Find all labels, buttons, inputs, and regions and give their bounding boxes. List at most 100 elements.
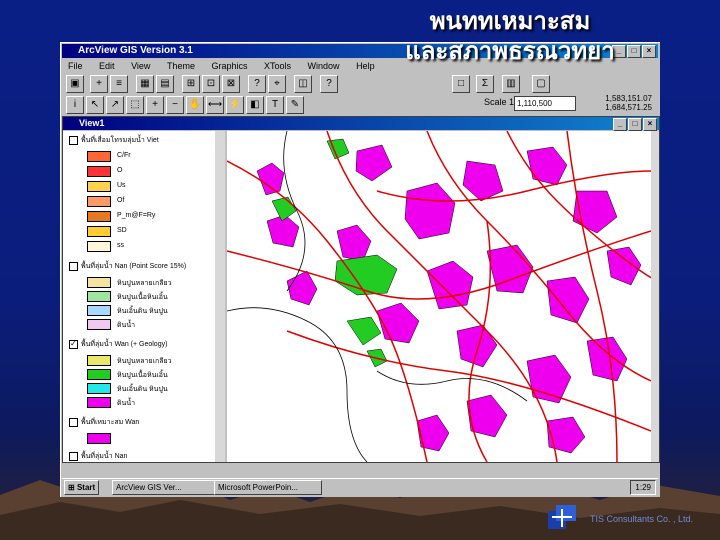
legend-label: หินปูนเนื้อหินเอิ้น [117,294,168,301]
button-bar: ▣ + ≡ ▦ ▤ ⊞ ⊡ ⊠ ? ⌖ ◫ ? □ Σ ▥ ▢ [62,73,658,95]
table-icon[interactable]: ▤ [156,75,174,93]
clock: 1:29 [635,483,651,492]
theme-label: พื้นที่ลุ่มน้ำ Nan (Point Score 15%) [81,263,187,270]
zoom-selected-icon[interactable]: ⊠ [222,75,240,93]
add-theme-icon[interactable]: + [90,75,108,93]
theme-checkbox[interactable] [69,417,78,427]
menu-view[interactable]: View [131,61,150,71]
windows-logo-icon: ⊞ [68,483,75,492]
theme-entry[interactable]: ✓ พื้นที่ลุ่มน้ำ Wan (+ Geology) [69,339,167,350]
view-minimize-button[interactable]: _ [613,118,627,131]
view-close-button[interactable]: × [643,118,657,131]
legend-swatch [87,166,111,177]
theme-entry[interactable]: พื้นที่เสื่อมโทรมลุ่มน้ำ Viet [69,135,159,146]
map-scrollbar[interactable] [651,131,659,462]
legend-swatch [87,277,111,288]
legend-swatch [87,181,111,192]
legend-label: P_m@F=Ry [117,212,156,219]
view-window: View1 _ □ × พื้นที่เสื่อมโทรมลุ่มน้ำ Vie… [62,116,660,463]
draw-icon[interactable]: ✎ [286,96,304,114]
table-of-contents: พื้นที่เสื่อมโทรมลุ่มน้ำ Viet C/Fr O Us … [63,131,215,462]
scale-input[interactable]: 1,110,500 [514,96,576,111]
arcview-window: ArcView GIS Version 3.1 _ □ × File Edit … [60,42,660,497]
coord-y: 1,684,571.25 [605,103,652,112]
view-title: View1 [79,118,105,128]
clear-selection-icon[interactable]: ◫ [294,75,312,93]
legend-swatch [87,196,111,207]
map-canvas[interactable] [227,131,651,462]
zoom-in-icon[interactable]: + [146,96,164,114]
label-icon[interactable]: T [266,96,284,114]
legend-swatch [87,383,111,394]
legend-label: ดินน้ำ [117,322,136,329]
theme-checkbox[interactable] [69,135,78,145]
start-button[interactable]: ⊞ Start [64,480,100,495]
theme-checkbox[interactable]: ✓ [69,339,78,349]
menu-theme[interactable]: Theme [167,61,195,71]
legend-label: C/Fr [117,152,131,159]
legend-swatch [87,319,111,330]
theme-checkbox[interactable] [69,261,78,271]
coord-x: 1,583,151.07 [605,94,652,103]
coordinate-readout: 1,583,151.07 1,684,571.25 [605,94,652,112]
area-of-interest-icon[interactable]: ◧ [246,96,264,114]
start-label: Start [76,483,96,492]
legend-label: Us [117,182,126,189]
tool-bar: i ↖ ↗ ⬚ + − ✋ ⟷ ⚡ ◧ T ✎ Scale 1: 1,110,5… [62,94,658,116]
task-powerpoint[interactable]: Microsoft PowerPoin... [214,480,322,495]
legend-swatch [87,211,111,222]
legend-label: หินปูนหลายเกลียว [117,358,172,365]
zoom-active-icon[interactable]: ⊡ [202,75,220,93]
scale-label: Scale 1: [484,97,517,107]
save-icon[interactable]: ▣ [66,75,84,93]
slide-title-line2: และสภาพธรณวทยา [405,37,615,65]
theme-entry[interactable]: พื้นที่ลุ่มน้ำ Nan (Point Score 15%) [69,261,186,272]
measure-icon[interactable]: ⟷ [206,96,224,114]
toc-scrollbar[interactable] [215,131,225,462]
view-titlebar: View1 _ □ × [63,117,659,131]
task-arcview[interactable]: ArcView GIS Ver... [112,480,216,495]
help-icon[interactable]: ? [320,75,338,93]
legend-label: หินปูนเนื้อหินเอิ้น [117,372,168,379]
theme-checkbox[interactable] [69,451,78,461]
theme-label: พื้นที่เสื่อมโทรมลุ่มน้ำ Viet [81,137,159,144]
menu-xtools[interactable]: XTools [264,61,291,71]
suitable-area-layer [256,144,642,454]
hotlink-icon[interactable]: ⚡ [226,96,244,114]
zoom-out-icon[interactable]: − [166,96,184,114]
legend-label: หินเอิ้นดิน หินปูน [117,386,168,393]
zoom-full-icon[interactable]: ⊞ [182,75,200,93]
pan-hand-icon[interactable]: ✋ [186,96,204,114]
view-maximize-button[interactable]: □ [628,118,642,131]
script-icon[interactable]: ▢ [532,75,550,93]
legend-swatch [87,305,111,316]
legend-swatch [87,241,111,252]
theme-label: พื้นที่เหมาะสม Wan [81,419,140,426]
menu-edit[interactable]: Edit [99,61,115,71]
theme-label: พื้นที่ลุ่มน้ำ Nan [81,453,128,460]
windows-taskbar: ⊞ Start ArcView GIS Ver... Microsoft Pow… [62,478,658,496]
legend-label: O [117,167,123,174]
query-icon[interactable]: ? [248,75,266,93]
layout-icon[interactable]: □ [452,75,470,93]
locate-icon[interactable]: ⌖ [268,75,286,93]
edit-legend-icon[interactable]: ▦ [136,75,154,93]
select-feature-icon[interactable]: ⬚ [126,96,144,114]
theme-entry[interactable]: พื้นที่ลุ่มน้ำ Nan [69,451,127,462]
legend-label: SD [117,227,127,234]
theme-entry[interactable]: พื้นที่เหมาะสม Wan [69,417,139,428]
identify-icon[interactable]: i [66,96,84,114]
footer-company: TIS Consultants Co. , Ltd. [590,514,694,524]
menu-file[interactable]: File [68,61,83,71]
menu-graphics[interactable]: Graphics [211,61,247,71]
legend-swatch [87,151,111,162]
app-title: ArcView GIS Version 3.1 [78,45,193,56]
vertex-edit-icon[interactable]: ↗ [106,96,124,114]
map-layers [227,131,651,462]
legend-label: Of [117,197,125,204]
pointer-icon[interactable]: ↖ [86,96,104,114]
sum-icon[interactable]: Σ [476,75,494,93]
theme-properties-icon[interactable]: ≡ [110,75,128,93]
chart-icon[interactable]: ▥ [502,75,520,93]
menu-window[interactable]: Window [308,61,340,71]
